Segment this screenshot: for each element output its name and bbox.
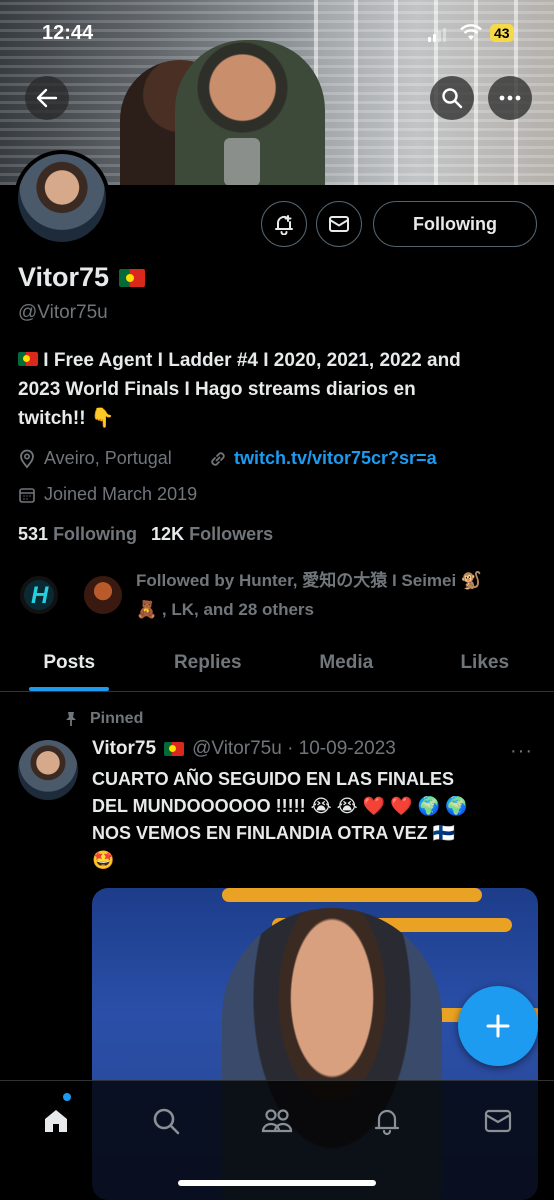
following-button[interactable]: Following [373, 201, 537, 247]
post-author-avatar[interactable] [18, 740, 78, 800]
profile-name: Vitor75 [18, 262, 110, 292]
followed-by-line-1: Followed by Hunter, 愛知の大猿 I Seimei 🐒 [136, 571, 483, 590]
profile-link[interactable]: twitch.tv/vitor75cr?sr=a [208, 448, 437, 469]
status-time: 12:44 [42, 22, 94, 44]
followed-by-text: Followed by Hunter, 愛知の大猿 I Seimei 🐒 🧸 ,… [136, 566, 536, 624]
followers-count: 12K [151, 524, 185, 544]
home-unread-dot [63, 1093, 71, 1101]
post-author-name[interactable]: Vitor75 [92, 738, 156, 760]
profile-joined: Joined March 2019 [18, 484, 197, 505]
following-count-link[interactable]: 531 Following [18, 524, 137, 545]
home-indicator[interactable] [178, 1180, 376, 1186]
profile-avatar[interactable] [14, 150, 110, 246]
banner-phone [224, 138, 260, 185]
plus-icon [486, 1014, 510, 1038]
back-button[interactable] [25, 76, 69, 120]
post-text: CUARTO AÑO SEGUIDO EN LAS FINALES DEL MU… [92, 766, 532, 874]
tab-likes[interactable]: Likes [416, 636, 554, 691]
post-text-line-1: CUARTO AÑO SEGUIDO EN LAS FINALES [92, 769, 455, 789]
wifi-icon [460, 24, 482, 47]
follow-counts: 531 Following 12K Followers [18, 524, 273, 545]
mail-icon [484, 1109, 512, 1133]
arrow-left-icon [36, 88, 58, 108]
portugal-flag-icon [164, 742, 185, 756]
people-icon [261, 1109, 293, 1133]
post-text-line-3: NOS VEMOS EN FINLANDIA OTRA VEZ 🇫🇮 [92, 823, 456, 843]
followers-label: Followers [189, 524, 274, 544]
bell-plus-icon [275, 215, 293, 235]
search-icon [153, 1108, 180, 1135]
mail-icon [329, 216, 349, 232]
point-down-emoji: 👇 [90, 407, 115, 429]
post-text-line-2: DEL MUNDOOOOOO !!!!! 😭 😭 ❤️ ❤️ 🌍 🌍 [92, 796, 468, 816]
bell-icon [374, 1109, 400, 1136]
avatar-image [18, 154, 106, 242]
message-button[interactable] [316, 201, 362, 247]
followers-you-know[interactable]: Followed by Hunter, 愛知の大猿 I Seimei 🐒 🧸 ,… [18, 566, 538, 626]
post-header: Vitor75 @Vitor75u · 10-09-2023 [92, 738, 396, 760]
bio-line-3: twitch!! [18, 408, 86, 429]
post-more-button[interactable]: ··· [510, 740, 533, 763]
home-icon [45, 1110, 67, 1132]
location-pin-icon [20, 449, 34, 468]
status-bar: 12:44 43 [0, 22, 554, 48]
nav-home[interactable] [36, 1101, 76, 1141]
profile-bio: I Free Agent I Ladder #4 I 2020, 2021, 2… [18, 346, 540, 433]
location-text: Aveiro, Portugal [44, 448, 172, 468]
follower-avatar-hunter [18, 574, 60, 616]
followed-by-line-2: 🧸 , LK, and 28 others [136, 600, 314, 619]
calendar-icon [19, 487, 35, 503]
nav-messages[interactable] [478, 1101, 518, 1141]
following-count: 531 [18, 524, 49, 544]
profile-handle: @Vitor75u [18, 302, 108, 323]
profile-name-row: Vitor75 [18, 262, 146, 293]
notifications-toggle-button[interactable] [261, 201, 307, 247]
bio-line-1: I Free Agent I Ladder #4 I 2020, 2021, 2… [43, 350, 461, 371]
tab-media[interactable]: Media [277, 636, 416, 691]
battery-indicator: 43 [490, 24, 514, 42]
link-icon [211, 451, 225, 466]
joined-text: Joined March 2019 [44, 484, 198, 504]
tab-replies[interactable]: Replies [139, 636, 278, 691]
search-icon [442, 88, 463, 109]
signal-icon [428, 28, 446, 42]
nav-notifications[interactable] [367, 1101, 407, 1141]
follower-avatar-2 [82, 574, 124, 616]
profile-tabs: Posts Replies Media Likes [0, 636, 554, 692]
more-button[interactable] [488, 76, 532, 120]
post-text-line-4: 🤩 [92, 850, 115, 870]
pinned-label: Pinned [90, 710, 144, 727]
more-icon [499, 95, 521, 101]
nav-communities[interactable] [257, 1101, 297, 1141]
following-label: Following [53, 524, 138, 544]
media-light-bar [222, 888, 482, 902]
compose-button[interactable] [458, 986, 538, 1066]
tab-posts[interactable]: Posts [0, 636, 139, 691]
pinned-indicator: Pinned [64, 710, 143, 728]
portugal-flag-icon [119, 268, 146, 287]
followers-count-link[interactable]: 12K Followers [151, 524, 273, 545]
profile-location: Aveiro, Portugal [18, 448, 172, 469]
nav-explore[interactable] [146, 1101, 186, 1141]
link-text[interactable]: twitch.tv/vitor75cr?sr=a [234, 448, 437, 469]
portugal-flag-icon [18, 352, 38, 366]
post-handle-date: @Vitor75u · 10-09-2023 [192, 738, 396, 759]
pin-icon [66, 712, 76, 726]
bio-line-2: 2023 World Finals I Hago streams diarios… [18, 379, 416, 400]
search-button[interactable] [430, 76, 474, 120]
